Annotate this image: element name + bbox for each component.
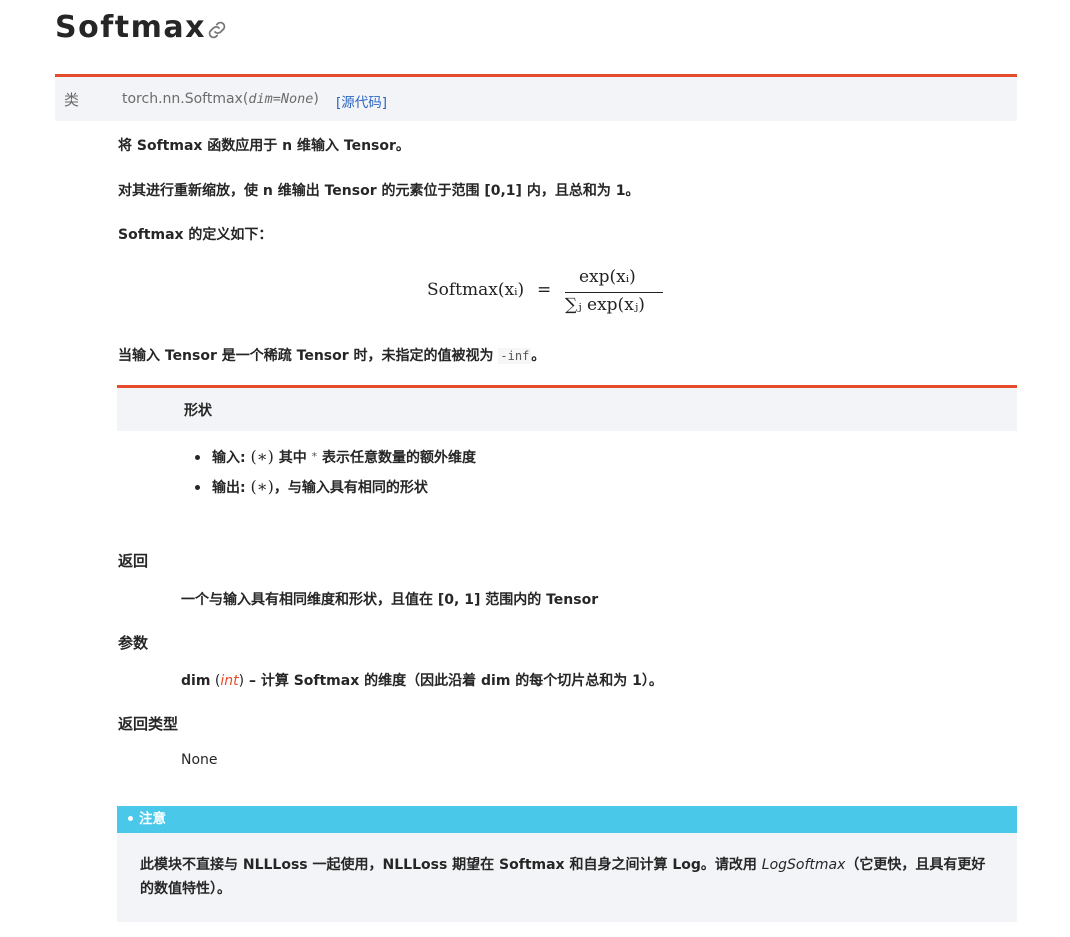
class-signature: 类 torch.nn.Softmax(dim=None) [源代码] (55, 74, 1017, 121)
params-heading: 参数 (118, 634, 149, 652)
source-link[interactable]: [源代码] (336, 91, 387, 111)
param-type-link[interactable]: int (220, 673, 238, 689)
param-dim: dim (int) – 计算 Softmax 的维度（因此沿着 dim 的每个切… (181, 673, 663, 689)
list-item: 输出: (∗)，与输入具有相同的形状 (193, 470, 476, 500)
shape-label: 形状 (184, 403, 212, 419)
returns-text: 一个与输入具有相同维度和形状，且值在 [0, 1] 范围内的 Tensor (181, 592, 599, 608)
sparse-note: 当输入 Tensor 是一个稀疏 Tensor 时，未指定的值被视为 -inf。 (118, 348, 546, 364)
permalink-icon[interactable] (205, 18, 229, 42)
note-header: 注意 (117, 806, 1017, 833)
inline-code: -inf (498, 348, 532, 364)
description-line-1: 将 Softmax 函数应用于 n 维输入 Tensor。 (118, 138, 410, 154)
formula-lhs: Softmax(xᵢ) (427, 280, 525, 300)
formula-numerator: exp(xᵢ) (579, 267, 636, 287)
note-heading: 注意 (139, 811, 166, 827)
param-name: dim (181, 673, 211, 689)
page-title: Softmax (55, 10, 206, 45)
fraction-bar (565, 292, 663, 293)
note-body: 此模块不直接与 NLLLoss 一起使用，NLLLoss 期望在 Softmax… (117, 833, 1017, 922)
returns-heading: 返回 (118, 552, 149, 570)
return-type-value: None (181, 752, 218, 768)
note-bullet-icon (128, 816, 133, 821)
description-line-3: Softmax 的定义如下： (118, 227, 273, 243)
signature-param: dim=None (248, 91, 314, 107)
class-name: torch.nn.Softmax(dim=None) (122, 91, 319, 107)
description-line-2: 对其进行重新缩放，使 n 维输出 Tensor 的元素位于范围 [0,1] 内，… (118, 183, 640, 199)
logsoftmax-link[interactable]: LogSoftmax (762, 857, 846, 873)
shape-list: 输入: (∗) 其中 * 表示任意数量的额外维度 输出: (∗)，与输入具有相同… (193, 440, 476, 500)
formula-equals: = (537, 280, 552, 300)
formula-denominator: ∑ⱼ exp(xⱼ) (565, 295, 645, 315)
class-keyword: 类 (64, 91, 80, 109)
list-item: 输入: (∗) 其中 * 表示任意数量的额外维度 (193, 440, 476, 470)
return-type-heading: 返回类型 (118, 715, 179, 733)
shape-section-header: 形状 (117, 385, 1017, 431)
softmax-formula: Softmax(xᵢ) = exp(xᵢ) ∑ⱼ exp(xⱼ) (427, 264, 687, 322)
